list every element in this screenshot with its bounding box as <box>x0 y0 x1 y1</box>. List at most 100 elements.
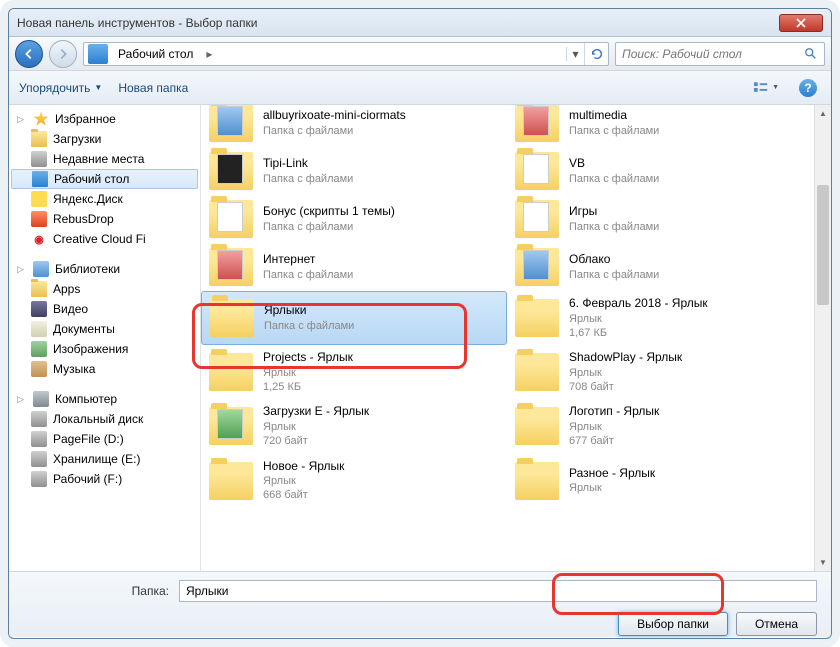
sidebar-item[interactable]: Документы <box>9 319 200 339</box>
sidebar-item[interactable]: Хранилище (E:) <box>9 449 200 469</box>
sidebar-item[interactable]: Рабочий стол <box>11 169 198 189</box>
file-item[interactable]: Ярлыки Папка с файлами <box>201 291 507 345</box>
file-size: 708 байт <box>569 380 682 394</box>
file-item[interactable]: VB Папка с файлами <box>507 147 813 195</box>
folder-icon <box>31 281 47 297</box>
titlebar: Новая панель инструментов - Выбор папки <box>9 9 831 37</box>
refresh-icon <box>590 47 604 61</box>
close-icon <box>796 18 806 28</box>
refresh-button[interactable] <box>584 43 608 65</box>
scrollbar[interactable]: ▲ ▼ <box>814 105 831 571</box>
file-item[interactable]: Загрузки Е - Ярлык Ярлык 720 байт <box>201 399 507 453</box>
sidebar-item[interactable]: Яндекс.Диск <box>9 189 200 209</box>
file-name: Бонус (скрипты 1 темы) <box>263 204 395 220</box>
file-item[interactable]: Projects - Ярлык Ярлык 1,25 КБ <box>201 345 507 399</box>
file-type: Папка с файлами <box>569 172 659 186</box>
scroll-down-button[interactable]: ▼ <box>815 554 831 571</box>
sidebar-item[interactable]: Рабочий (F:) <box>9 469 200 489</box>
cancel-button[interactable]: Отмена <box>736 612 817 636</box>
sidebar-item-label: Creative Cloud Fi <box>53 232 146 246</box>
sidebar-item-label: Недавние места <box>53 152 144 166</box>
help-button[interactable]: ? <box>795 77 821 99</box>
breadcrumb-dropdown[interactable]: ▾ <box>566 47 584 61</box>
scroll-thumb[interactable] <box>817 185 829 305</box>
arrow-right-icon <box>56 47 70 61</box>
sidebar-item-label: RebusDrop <box>53 212 114 226</box>
folder-input[interactable] <box>179 580 817 602</box>
file-name: Загрузки Е - Ярлык <box>263 404 369 420</box>
yandex-icon <box>31 191 47 207</box>
file-item[interactable]: Интернет Папка с файлами <box>201 243 507 291</box>
sidebar-header[interactable]: ▷Библиотеки <box>9 259 200 279</box>
file-item[interactable]: Tipi-Link Папка с файлами <box>201 147 507 195</box>
sidebar-item[interactable]: Видео <box>9 299 200 319</box>
search-icon <box>804 47 818 61</box>
content-area: ▷ИзбранноеЗагрузки Недавние места Рабочий … <box>9 105 831 571</box>
file-item[interactable]: allbuyrixoate-mini-ciormats Папка с файл… <box>201 105 507 147</box>
file-size: 1,25 КБ <box>263 380 353 394</box>
rebus-icon <box>31 211 47 227</box>
file-item[interactable]: 6. Февраль 2018 - Ярлык Ярлык 1,67 КБ <box>507 291 813 345</box>
sidebar-item[interactable]: Apps <box>9 279 200 299</box>
folder-icon <box>209 248 253 286</box>
file-item[interactable]: Игры Папка с файлами <box>507 195 813 243</box>
pic-icon <box>31 341 47 357</box>
sidebar-item[interactable]: PageFile (D:) <box>9 429 200 449</box>
file-type: Папка с файлами <box>569 124 659 138</box>
sidebar-item[interactable]: RebusDrop <box>9 209 200 229</box>
file-item[interactable]: Облако Папка с файлами <box>507 243 813 291</box>
breadcrumb-segment[interactable]: Рабочий стол <box>112 47 200 61</box>
file-list: allbuyrixoate-mini-ciormats Папка с файл… <box>201 105 831 571</box>
sidebar-item[interactable]: Музыка <box>9 359 200 379</box>
folder-icon <box>515 407 559 445</box>
sidebar: ▷ИзбранноеЗагрузки Недавние места Рабочий … <box>9 105 201 571</box>
sidebar-item-label: Документы <box>53 322 115 336</box>
file-item[interactable]: Разное - Ярлык Ярлык <box>507 454 813 508</box>
star-icon <box>33 111 49 127</box>
sidebar-item[interactable]: Загрузки <box>9 129 200 149</box>
close-button[interactable] <box>779 14 823 32</box>
sidebar-item[interactable]: Недавние места <box>9 149 200 169</box>
file-name: Разное - Ярлык <box>569 466 655 482</box>
file-type: Ярлык <box>569 312 708 326</box>
arrow-left-icon <box>22 47 36 61</box>
sidebar-header[interactable]: ▷Избранное <box>9 109 200 129</box>
file-type: Папка с файлами <box>569 220 659 234</box>
nav-forward-button[interactable] <box>49 40 77 68</box>
sidebar-header[interactable]: ▷Компьютер <box>9 389 200 409</box>
folder-icon <box>31 131 47 147</box>
sidebar-item[interactable]: Изображения <box>9 339 200 359</box>
select-folder-button[interactable]: Выбор папки <box>618 612 728 636</box>
sidebar-item[interactable]: Локальный диск <box>9 409 200 429</box>
file-name: Tipi-Link <box>263 156 353 172</box>
organize-menu[interactable]: Упорядочить ▼ <box>19 81 102 95</box>
file-item[interactable]: ShadowPlay - Ярлык Ярлык 708 байт <box>507 345 813 399</box>
comp-icon <box>33 391 49 407</box>
folder-icon <box>515 299 559 337</box>
file-size: 720 байт <box>263 434 369 448</box>
search-box[interactable] <box>615 42 825 66</box>
folder-label: Папка: <box>23 584 169 598</box>
file-name: VB <box>569 156 659 172</box>
file-item[interactable]: Бонус (скрипты 1 темы) Папка с файлами <box>201 195 507 243</box>
file-item[interactable]: Новое - Ярлык Ярлык 668 байт <box>201 454 507 508</box>
file-item[interactable]: multimedia Папка с файлами <box>507 105 813 147</box>
bottom-bar: Папка: Выбор папки Отмена <box>9 571 831 637</box>
sidebar-item[interactable]: ◉Creative Cloud Fi <box>9 229 200 249</box>
sidebar-item-label: Рабочий стол <box>54 172 129 186</box>
new-folder-button[interactable]: Новая папка <box>118 81 188 95</box>
expand-icon: ▷ <box>17 114 27 125</box>
file-name: Игры <box>569 204 659 220</box>
file-item[interactable]: Логотип - Ярлык Ярлык 677 байт <box>507 399 813 453</box>
folder-icon <box>209 462 253 500</box>
chevron-right-icon[interactable]: ▸ <box>200 47 218 61</box>
breadcrumb[interactable]: Рабочий стол ▸ ▾ <box>83 42 609 66</box>
view-menu[interactable]: ▼ <box>753 77 779 99</box>
search-input[interactable] <box>622 47 804 61</box>
nav-back-button[interactable] <box>15 40 43 68</box>
sidebar-item-label: Локальный диск <box>53 412 143 426</box>
file-name: Логотип - Ярлык <box>569 404 659 420</box>
sidebar-item-label: Яндекс.Диск <box>53 192 123 206</box>
file-type: Ярлык <box>569 420 659 434</box>
scroll-up-button[interactable]: ▲ <box>815 105 831 122</box>
